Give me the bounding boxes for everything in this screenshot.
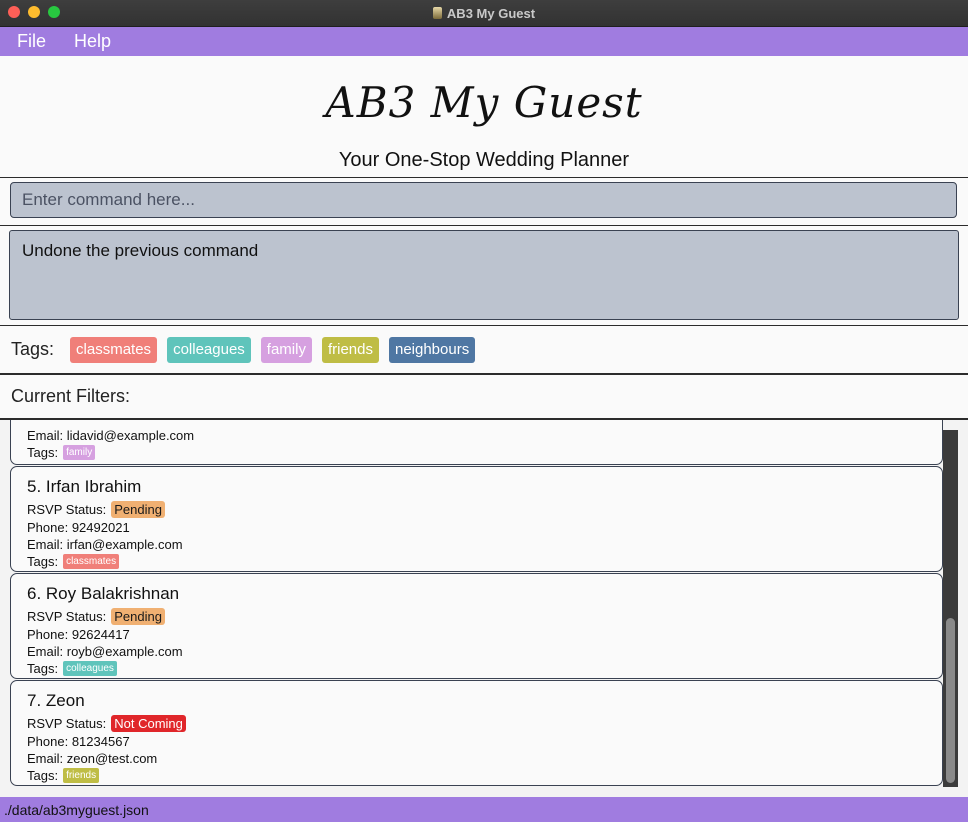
data-file-path: ./data/ab3myguest.json [4,801,149,818]
tags-bar: Tags: classmates colleagues family frien… [0,326,968,375]
guest-tags-line: Tags: family [27,444,926,461]
guest-phone: 81234567 [71,734,130,749]
app-subtitle: Your One-Stop Wedding Planner [338,149,630,171]
tag-family[interactable]: family [260,336,312,363]
window-titlebar[interactable]: AB3 My Guest [0,0,968,27]
guest-email: royb@example.com [66,644,183,659]
menu-file[interactable]: File [8,31,55,52]
tags-field-label: Tags: [27,768,59,783]
guest-card[interactable]: 6. Roy Balakrishnan RSVP Status: Pending… [10,573,943,679]
app-logo: AB3 My Guest [325,78,643,127]
tag-classmates[interactable]: classmates [70,336,158,363]
rsvp-status-badge: Pending [111,608,165,625]
result-display[interactable]: Undone the previous command [9,230,959,320]
rsvp-label: RSVP Status: [27,716,107,731]
app-header: AB3 My Guest Your One-Stop Wedding Plann… [0,56,968,178]
guest-email-line: Email: zeon@test.com [27,750,926,767]
guest-name: 5. Irfan Ibrahim [27,477,142,496]
menu-help[interactable]: Help [65,31,120,52]
guest-card[interactable]: 5. Irfan Ibrahim RSVP Status: Pending Ph… [10,466,943,572]
guest-email-line: Email: irfan@example.com [27,536,926,553]
tags-field-label: Tags: [27,445,59,460]
guest-card[interactable]: Email: lidavid@example.com Tags: family [10,420,943,465]
guest-phone-line: Phone: 92624417 [27,626,926,643]
email-label: Email: [27,537,64,552]
guest-email: zeon@test.com [66,751,158,766]
guest-email: irfan@example.com [66,537,183,552]
guest-list[interactable]: Email: lidavid@example.com Tags: family … [0,420,968,797]
guest-tag: friends [63,768,100,783]
guest-name: 6. Roy Balakrishnan [27,584,180,603]
tag-neighbours[interactable]: neighbours [388,336,476,363]
guest-email: lidavid@example.com [66,428,195,443]
email-label: Email: [27,751,64,766]
filters-bar: Current Filters: [0,375,968,420]
tag-friends[interactable]: friends [321,336,379,363]
guest-tag: family [63,445,96,460]
email-label: Email: [27,428,64,443]
guest-rsvp-line: RSVP Status: Pending [27,607,926,626]
rsvp-status-badge: Not Coming [111,715,186,732]
guest-rsvp-line: RSVP Status: Pending [27,500,926,519]
guest-tag: classmates [63,554,120,569]
email-label: Email: [27,644,64,659]
status-bar: ./data/ab3myguest.json [0,797,968,822]
phone-label: Phone: [27,520,69,535]
guest-phone-line: Phone: 92492021 [27,519,926,536]
command-input[interactable] [10,182,957,218]
phone-label: Phone: [27,627,69,642]
guest-tags-line: Tags: colleagues [27,660,926,677]
guest-tags-line: Tags: friends [27,767,926,784]
tag-colleagues[interactable]: colleagues [167,336,251,363]
window-title-text: AB3 My Guest [446,5,536,21]
command-area [0,178,968,226]
zoom-window-button[interactable] [48,6,60,18]
rsvp-label: RSVP Status: [27,609,107,624]
guest-rsvp-line: RSVP Status: Not Coming [27,714,926,733]
current-filters-label: Current Filters: [11,386,131,406]
guest-name: 7. Zeon [27,691,85,710]
rsvp-label: RSVP Status: [27,502,107,517]
tags-field-label: Tags: [27,661,59,676]
guest-email-line: Email: lidavid@example.com [27,427,926,444]
tags-label: Tags: [11,339,55,359]
window-controls [8,6,60,18]
guest-phone: 92624417 [71,627,130,642]
tags-field-label: Tags: [27,554,59,569]
guest-phone: 92492021 [71,520,130,535]
result-area: Undone the previous command [0,226,968,326]
guest-tag: colleagues [63,661,117,676]
guest-phone-line: Phone: 81234567 [27,733,926,750]
guest-card[interactable]: 7. Zeon RSVP Status: Not Coming Phone: 8… [10,680,943,786]
minimize-window-button[interactable] [28,6,40,18]
close-window-button[interactable] [8,6,20,18]
phone-label: Phone: [27,734,69,749]
guest-email-line: Email: royb@example.com [27,643,926,660]
menu-bar: File Help [0,27,968,56]
guest-list-scrollbar[interactable] [943,430,958,787]
app-icon [432,7,442,19]
window-title: AB3 My Guest [432,5,536,21]
rsvp-status-badge: Pending [111,501,165,518]
scrollbar-thumb[interactable] [946,618,955,783]
guest-tags-line: Tags: classmates [27,553,926,570]
